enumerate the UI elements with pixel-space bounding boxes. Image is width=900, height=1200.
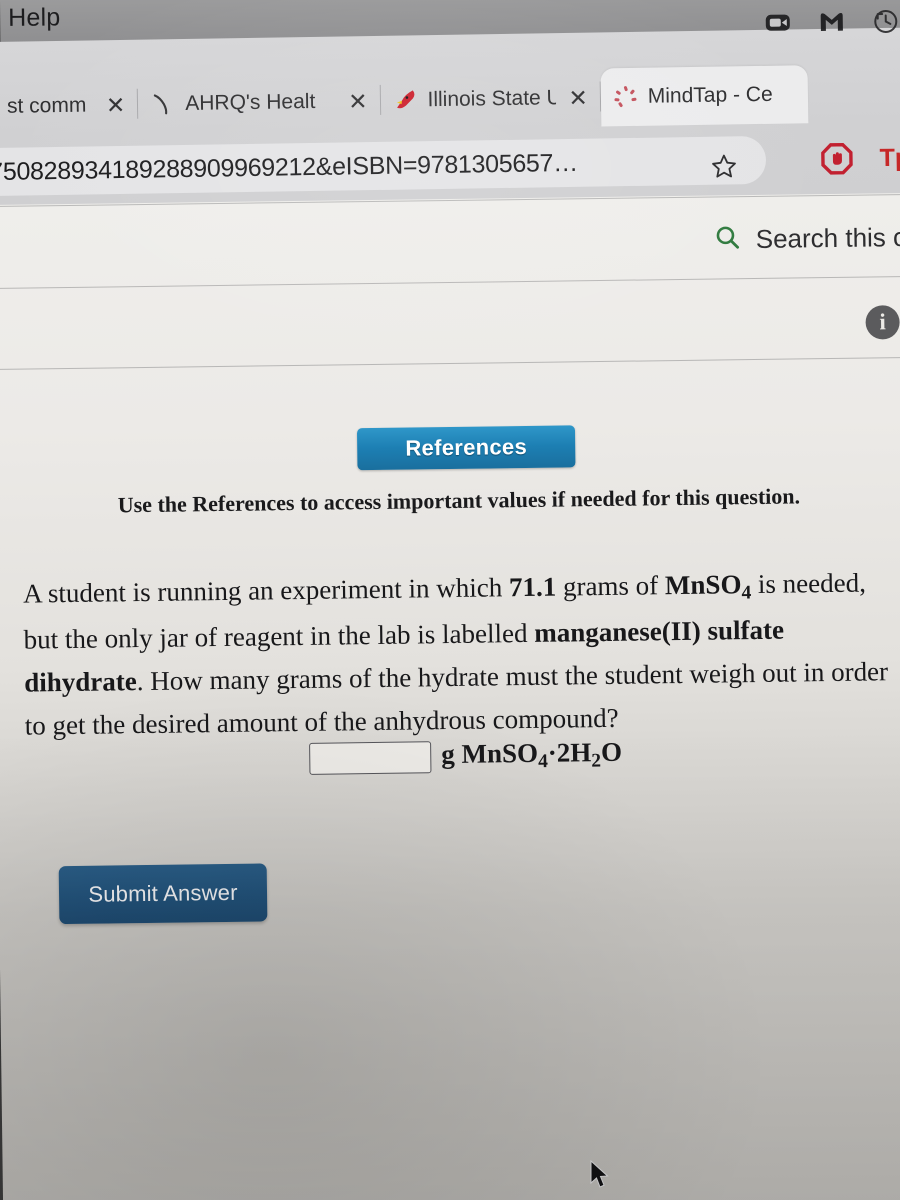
references-note: Use the References to access important v… [117, 483, 801, 518]
extension-icons: Tp [819, 140, 900, 177]
formula-base: MnSO [664, 569, 742, 601]
unit-oxygen: O [600, 736, 623, 768]
tp-extension-icon[interactable]: Tp [877, 140, 900, 177]
browser-toolbar-icons [761, 4, 900, 40]
tab-label: AHRQ's Healt [185, 89, 316, 116]
browser-tab-4-active[interactable]: MindTap - Ce [600, 65, 809, 127]
unit-subscript-1: 4 [537, 751, 548, 773]
submit-answer-label: Submit Answer [88, 879, 238, 907]
tab-label: MindTap - Ce [647, 82, 773, 108]
close-icon[interactable]: ✕ [348, 88, 368, 114]
address-bar[interactable]: 55750828934189288909969212&eISBN=9781305… [0, 135, 767, 197]
close-icon[interactable]: ✕ [568, 84, 588, 110]
video-camera-icon[interactable] [761, 5, 796, 40]
question-text: A student is running an experiment in wh… [23, 561, 900, 748]
browser-tab-1[interactable]: st comm ✕ [0, 76, 138, 136]
references-button-label: References [405, 433, 528, 461]
history-clock-icon[interactable] [869, 4, 900, 39]
menu-item-help[interactable]: Help [8, 3, 60, 32]
unit-subscript-2: 2 [591, 750, 602, 772]
formula-subscript: 4 [741, 582, 752, 604]
adblock-icon[interactable] [819, 140, 856, 177]
question-part-1: A student is running an experiment in wh… [22, 572, 510, 609]
tab-strip: st comm ✕ AHRQ's Healt ✕ Illinois State … [0, 62, 900, 136]
browser-chrome: st comm ✕ AHRQ's Healt ✕ Illinois State … [0, 9, 900, 217]
search-icon [714, 223, 742, 256]
course-search[interactable]: Search this co [714, 221, 900, 257]
page-content: Search this co i References Use the Refe… [0, 192, 900, 1200]
question-part-4: . How many grams of the hydrate must the… [24, 656, 889, 741]
browser-tab-3[interactable]: Illinois State U ✕ [380, 68, 600, 129]
illinois-state-cardinal-icon [392, 87, 418, 113]
submit-answer-button[interactable]: Submit Answer [58, 863, 268, 925]
references-button[interactable]: References [356, 425, 576, 471]
question-part-2: grams of [556, 570, 666, 602]
mouse-pointer-icon [589, 1159, 611, 1190]
bookmark-star-icon[interactable] [706, 148, 743, 185]
divider-mid [0, 275, 900, 289]
unit-hydrate-dot: ·2 [547, 737, 571, 768]
question-amount: 71.1 [508, 571, 557, 603]
unit-formula: MnSO [461, 737, 539, 769]
url-text: 55750828934189288909969212&eISBN=9781305… [0, 148, 579, 187]
question-formula: MnSO4 [664, 569, 752, 603]
tab-label: Illinois State U [427, 86, 556, 112]
unit-prefix: g [441, 738, 462, 770]
answer-unit-label: g MnSO4·2H2O [441, 737, 622, 775]
answer-row: g MnSO4·2H2O [309, 737, 622, 777]
answer-input[interactable] [309, 740, 432, 775]
course-search-label: Search this co [755, 221, 900, 254]
photographed-screen: Help st comm ✕ AHRQ's Healt ✕ Illinois S… [0, 0, 900, 1200]
mindtap-dots-icon [613, 84, 639, 110]
tab-label: st comm [6, 93, 87, 118]
malwarebytes-icon[interactable] [815, 5, 850, 40]
info-badge-icon[interactable]: i [865, 305, 900, 340]
unit-hydrogen: H [570, 737, 592, 768]
divider-lower [0, 356, 900, 370]
close-icon[interactable]: ✕ [106, 91, 126, 117]
browser-tab-2[interactable]: AHRQ's Healt ✕ [138, 72, 380, 134]
ahrq-swoosh-icon [150, 91, 176, 117]
